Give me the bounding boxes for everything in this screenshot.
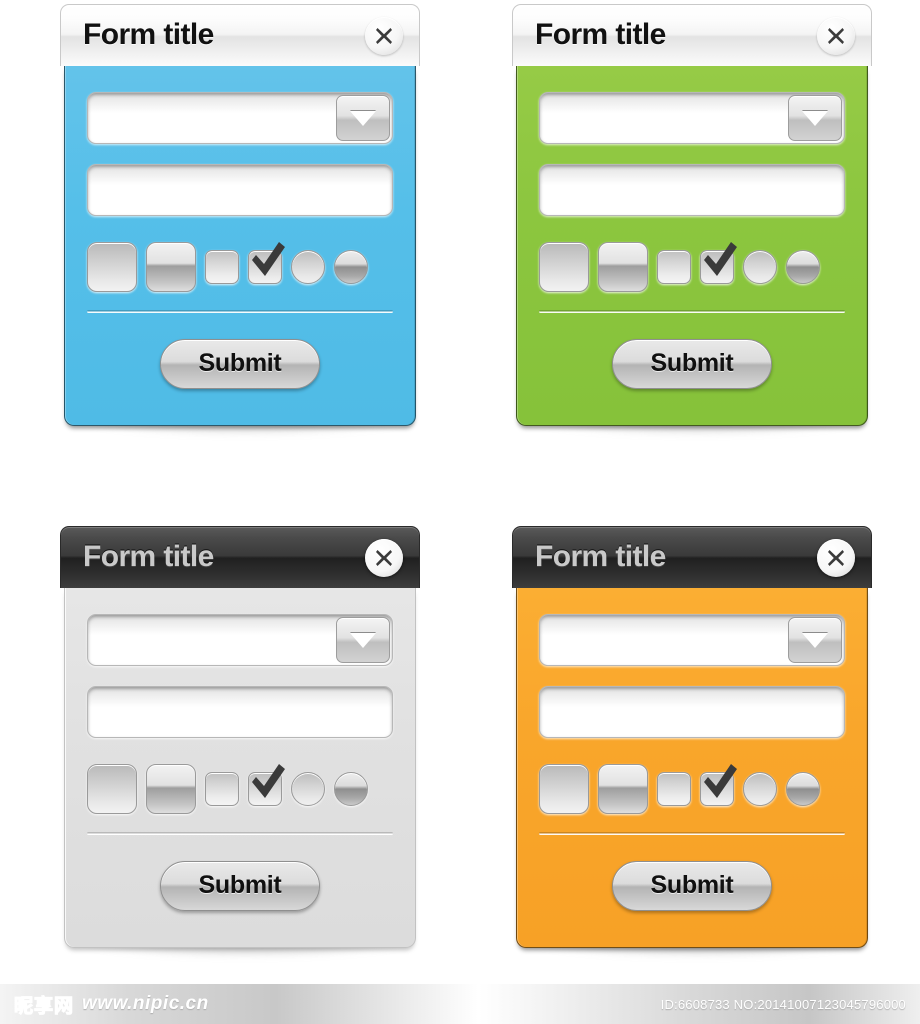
submit-button[interactable]: Submit bbox=[612, 339, 772, 389]
check-icon bbox=[704, 242, 737, 276]
check-icon bbox=[252, 764, 285, 798]
canvas: Form title Submit Form title Submit Form… bbox=[0, 0, 920, 1024]
checkbox-large-flat[interactable] bbox=[539, 764, 589, 814]
radio-glossy[interactable] bbox=[334, 772, 368, 806]
submit-row: Submit bbox=[87, 339, 393, 403]
asset-id-text: ID:6608733 NO:20141007123045796000 bbox=[660, 996, 906, 1012]
dropdown-select[interactable] bbox=[539, 614, 845, 666]
panel-title: Form title bbox=[83, 539, 214, 573]
panel-body: Submit bbox=[64, 588, 416, 948]
titlebar: Form title bbox=[60, 4, 420, 66]
checkbox-small-checked[interactable] bbox=[700, 764, 737, 806]
submit-button[interactable]: Submit bbox=[160, 339, 320, 389]
checkbox-large-glossy[interactable] bbox=[146, 764, 196, 814]
titlebar: Form title bbox=[512, 4, 872, 66]
check-icon bbox=[704, 764, 737, 798]
checkbox-large-glossy[interactable] bbox=[146, 242, 196, 292]
radio-flat[interactable] bbox=[291, 250, 325, 284]
submit-button[interactable]: Submit bbox=[160, 861, 320, 911]
checkbox-large-glossy[interactable] bbox=[598, 242, 648, 292]
radio-glossy[interactable] bbox=[334, 250, 368, 284]
controls-row bbox=[87, 236, 393, 298]
controls-row bbox=[87, 758, 393, 820]
checkbox-large-flat[interactable] bbox=[87, 242, 137, 292]
panel-body: Submit bbox=[516, 66, 868, 426]
submit-row: Submit bbox=[539, 339, 845, 403]
submit-button-label: Submit bbox=[650, 870, 734, 899]
divider bbox=[87, 832, 393, 835]
close-icon[interactable] bbox=[817, 538, 855, 577]
site-url: www.nipic.cn bbox=[82, 993, 209, 1014]
text-input[interactable] bbox=[87, 164, 393, 216]
chevron-down-icon[interactable] bbox=[336, 95, 390, 141]
panel-title: Form title bbox=[535, 539, 666, 573]
submit-row: Submit bbox=[539, 861, 845, 925]
checkbox-small[interactable] bbox=[205, 772, 239, 806]
text-input[interactable] bbox=[87, 686, 393, 738]
checkbox-small[interactable] bbox=[205, 250, 239, 284]
divider bbox=[539, 832, 845, 835]
divider bbox=[87, 310, 393, 313]
controls-row bbox=[539, 758, 845, 820]
submit-button[interactable]: Submit bbox=[612, 861, 772, 911]
form-panel-green: Form title Submit bbox=[512, 4, 872, 436]
watermark-left: 昵享网 www.nipic.cn bbox=[13, 991, 209, 1018]
radio-glossy[interactable] bbox=[786, 772, 820, 806]
submit-row: Submit bbox=[87, 861, 393, 925]
panel-body: Submit bbox=[516, 588, 868, 948]
form-panel-grey: Form title Submit bbox=[60, 526, 420, 958]
panel-title: Form title bbox=[83, 17, 214, 51]
submit-button-label: Submit bbox=[650, 348, 734, 377]
check-icon bbox=[252, 242, 285, 276]
checkbox-small-checked[interactable] bbox=[248, 242, 285, 284]
form-panel-blue: Form title Submit bbox=[60, 4, 420, 436]
text-input[interactable] bbox=[539, 686, 845, 738]
checkbox-small-checked[interactable] bbox=[700, 242, 737, 284]
checkbox-small[interactable] bbox=[657, 772, 691, 806]
site-logo: 昵享网 bbox=[13, 994, 75, 1017]
dropdown-select[interactable] bbox=[87, 92, 393, 144]
watermark-bar: 昵享网 www.nipic.cn ID:6608733 NO:201410071… bbox=[0, 984, 920, 1024]
submit-button-label: Submit bbox=[198, 870, 282, 899]
dropdown-select[interactable] bbox=[87, 614, 393, 666]
checkbox-large-glossy[interactable] bbox=[598, 764, 648, 814]
titlebar: Form title bbox=[60, 526, 420, 588]
dropdown-select[interactable] bbox=[539, 92, 845, 144]
controls-row bbox=[539, 236, 845, 298]
chevron-down-icon[interactable] bbox=[788, 617, 842, 663]
submit-button-label: Submit bbox=[198, 348, 282, 377]
panel-title: Form title bbox=[535, 17, 666, 51]
close-icon[interactable] bbox=[365, 538, 403, 577]
close-icon[interactable] bbox=[817, 16, 855, 55]
close-icon[interactable] bbox=[365, 16, 403, 55]
checkbox-large-flat[interactable] bbox=[539, 242, 589, 292]
radio-flat[interactable] bbox=[743, 772, 777, 806]
checkbox-small[interactable] bbox=[657, 250, 691, 284]
divider bbox=[539, 310, 845, 313]
panel-body: Submit bbox=[64, 66, 416, 426]
text-input[interactable] bbox=[539, 164, 845, 216]
chevron-down-icon[interactable] bbox=[788, 95, 842, 141]
checkbox-small-checked[interactable] bbox=[248, 764, 285, 806]
checkbox-large-flat[interactable] bbox=[87, 764, 137, 814]
radio-flat[interactable] bbox=[743, 250, 777, 284]
form-panel-orange: Form title Submit bbox=[512, 526, 872, 958]
chevron-down-icon[interactable] bbox=[336, 617, 390, 663]
radio-flat[interactable] bbox=[291, 772, 325, 806]
radio-glossy[interactable] bbox=[786, 250, 820, 284]
titlebar: Form title bbox=[512, 526, 872, 588]
